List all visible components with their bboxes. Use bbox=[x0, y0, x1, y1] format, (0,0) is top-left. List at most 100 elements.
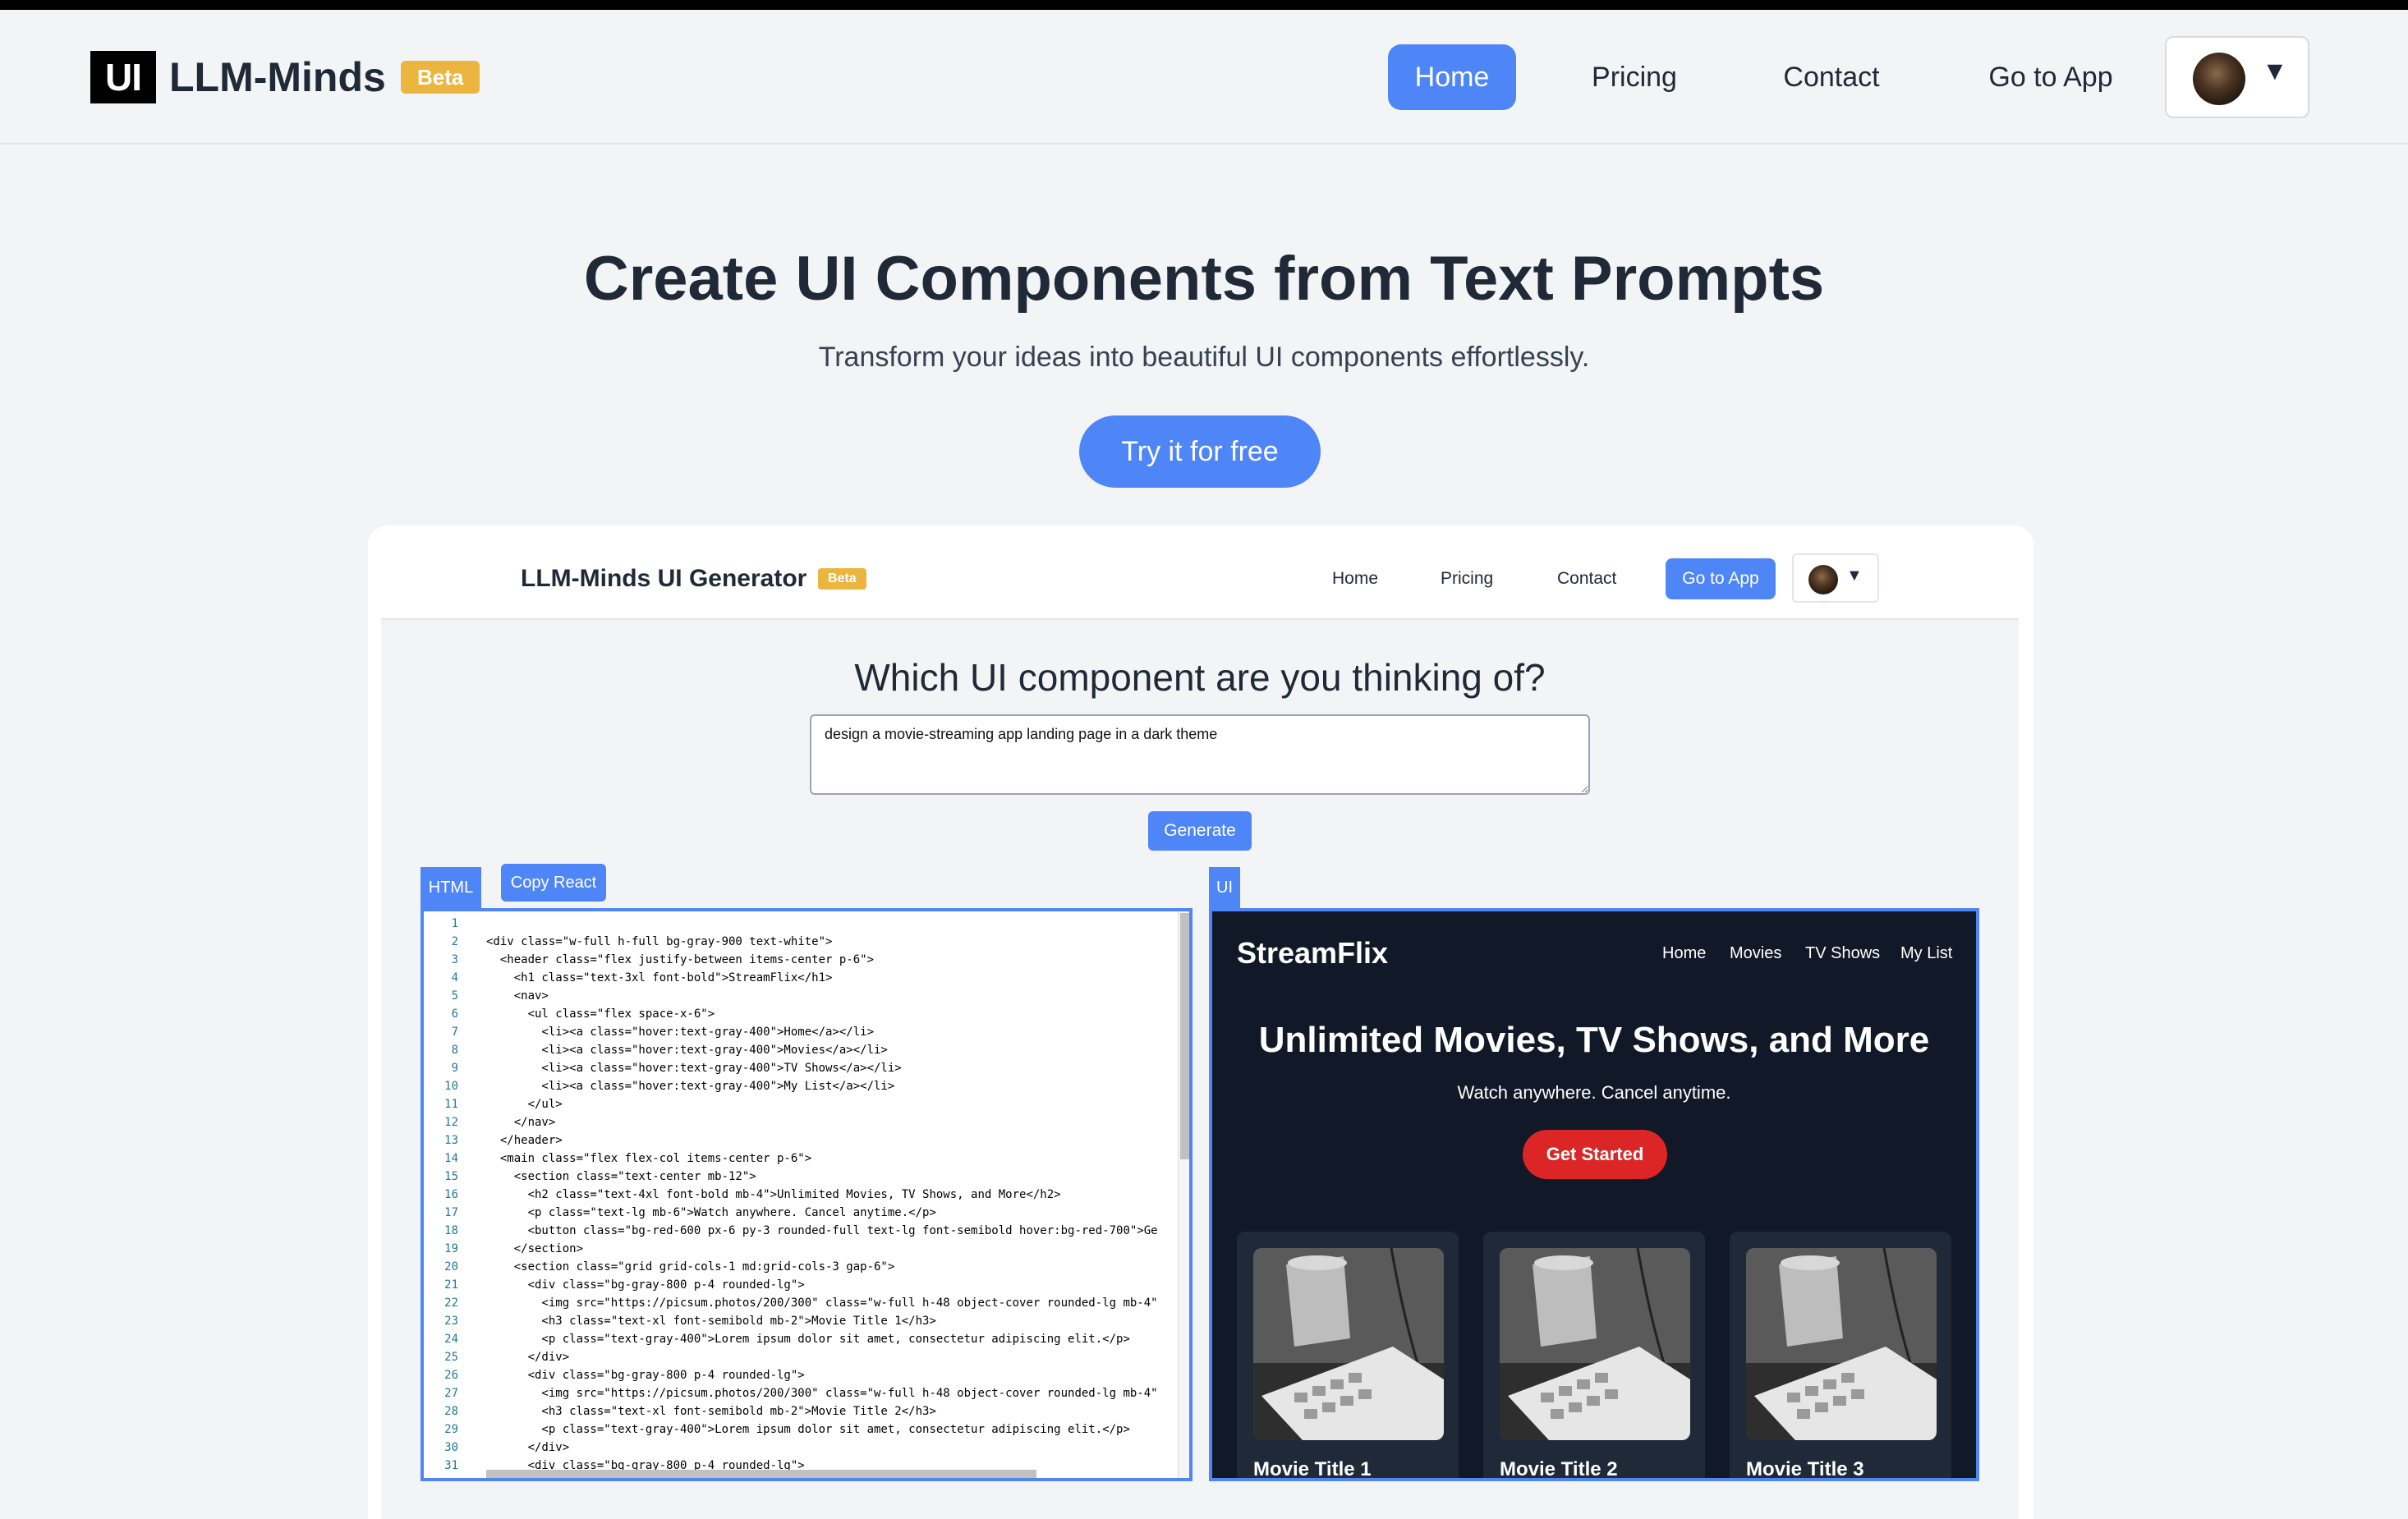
avatar bbox=[2193, 53, 2245, 105]
code-line[interactable]: </section> bbox=[486, 1240, 1168, 1258]
code-line[interactable]: <h3 class="text-xl font-semibold mb-2">M… bbox=[486, 1402, 1168, 1420]
line-number: 20 bbox=[444, 1260, 458, 1273]
code-line[interactable]: </nav> bbox=[486, 1113, 1168, 1131]
code-line[interactable]: <p class="text-gray-400">Lorem ipsum dol… bbox=[486, 1330, 1168, 1348]
code-line[interactable]: <h1 class="text-3xl font-bold">StreamFli… bbox=[486, 969, 1168, 987]
code-line[interactable]: <li><a class="hover:text-gray-400">Movie… bbox=[486, 1041, 1168, 1059]
line-number: 26 bbox=[444, 1369, 458, 1382]
code-line[interactable]: <img src="https://picsum.photos/200/300"… bbox=[486, 1294, 1168, 1312]
movie-thumbnail bbox=[1746, 1248, 1937, 1440]
line-number: 1 bbox=[451, 917, 458, 930]
preview-nav-tv-shows[interactable]: TV Shows bbox=[1805, 944, 1880, 963]
code-line[interactable]: <button class="bg-red-600 px-6 py-3 roun… bbox=[486, 1222, 1168, 1240]
horizontal-scroll-thumb[interactable] bbox=[486, 1470, 1036, 1478]
movie-title: Movie Title 2 bbox=[1500, 1458, 1618, 1480]
code-line[interactable]: <h2 class="text-4xl font-bold mb-4">Unli… bbox=[486, 1186, 1168, 1204]
code-line[interactable]: <p class="text-lg mb-6">Watch anywhere. … bbox=[486, 1204, 1168, 1222]
code-line[interactable]: <section class="text-center mb-12"> bbox=[486, 1168, 1168, 1186]
line-number: 17 bbox=[444, 1206, 458, 1219]
prompt-input[interactable]: design a movie-streaming app landing pag… bbox=[810, 714, 1590, 795]
demo-nav-contact[interactable]: Contact bbox=[1557, 558, 1616, 599]
code-line[interactable]: <img src="https://picsum.photos/200/300"… bbox=[486, 1384, 1168, 1402]
nav-go-to-app[interactable]: Go to App bbox=[1971, 44, 2130, 110]
preview-get-started-button[interactable]: Get Started bbox=[1523, 1130, 1667, 1179]
line-number: 2 bbox=[451, 935, 458, 948]
movie-title: Movie Title 1 bbox=[1253, 1458, 1372, 1480]
vertical-scroll-thumb[interactable] bbox=[1180, 913, 1189, 1159]
code-line[interactable]: <nav> bbox=[486, 987, 1168, 1005]
line-number: 15 bbox=[444, 1170, 458, 1183]
logo-mark[interactable]: UI bbox=[90, 51, 156, 103]
demo-beta-badge: Beta bbox=[818, 568, 866, 590]
code-line[interactable]: <ul class="flex space-x-6"> bbox=[486, 1005, 1168, 1023]
line-number: 12 bbox=[444, 1116, 458, 1129]
demo-go-to-app-button[interactable]: Go to App bbox=[1666, 558, 1776, 599]
line-number-gutter: 1 2 3 4 5 6 7 8 9 10 11 12 13 14 15 16 17 18 19 20 21 22 23 24 2… bbox=[424, 911, 465, 1478]
movie-card[interactable]: Movie Title 1 bbox=[1237, 1232, 1459, 1480]
demo-brand[interactable]: LLM-Minds UI Generator bbox=[521, 558, 806, 599]
ui-preview: StreamFlix Home Movies TV Shows My List … bbox=[1209, 908, 1979, 1481]
code-line[interactable]: <div class="bg-gray-800 p-4 rounded-lg"> bbox=[486, 1276, 1168, 1294]
line-number: 21 bbox=[444, 1278, 458, 1292]
code-line[interactable]: <section class="grid grid-cols-1 md:grid… bbox=[486, 1258, 1168, 1276]
line-number: 19 bbox=[444, 1242, 458, 1255]
code-line[interactable]: </div> bbox=[486, 1348, 1168, 1366]
line-number: 31 bbox=[444, 1459, 458, 1472]
code-line[interactable]: <main class="flex flex-col items-center … bbox=[486, 1150, 1168, 1168]
line-number: 13 bbox=[444, 1134, 458, 1147]
line-number: 27 bbox=[444, 1387, 458, 1400]
line-number: 5 bbox=[451, 989, 458, 1003]
code-line[interactable]: </header> bbox=[486, 1131, 1168, 1150]
try-free-button[interactable]: Try it for free bbox=[1079, 415, 1321, 488]
hero-title: Create UI Components from Text Prompts bbox=[583, 244, 1825, 314]
preview-hero-title: Unlimited Movies, TV Shows, and More bbox=[1258, 1020, 1930, 1060]
caret-down-icon: ▼ bbox=[2262, 56, 2288, 85]
line-number: 10 bbox=[444, 1080, 458, 1093]
code-line[interactable]: <header class="flex justify-between item… bbox=[486, 951, 1168, 969]
copy-react-button[interactable]: Copy React bbox=[501, 864, 606, 902]
user-menu-button[interactable]: ▼ bbox=[2165, 36, 2309, 118]
demo-user-menu-button[interactable]: ▼ bbox=[1792, 553, 1879, 603]
movie-thumbnail bbox=[1253, 1248, 1444, 1440]
code-line[interactable]: <h3 class="text-xl font-semibold mb-2">M… bbox=[486, 1312, 1168, 1330]
nav-pricing[interactable]: Pricing bbox=[1577, 44, 1692, 110]
demo-nav-home[interactable]: Home bbox=[1332, 558, 1378, 599]
code-line[interactable]: <p class="text-gray-400">Lorem ipsum dol… bbox=[486, 1420, 1168, 1439]
code-editor[interactable]: 1 2 3 4 5 6 7 8 9 10 11 12 13 14 15 16 17 18 19 20 21 22 23 24 2… bbox=[420, 908, 1193, 1481]
nav-home[interactable]: Home bbox=[1388, 44, 1516, 110]
site-navbar: UI LLM-Minds Beta Home Pricing Contact G… bbox=[0, 10, 2408, 145]
vertical-scrollbar[interactable] bbox=[1178, 911, 1189, 1478]
code-line[interactable]: <div class="bg-gray-800 p-4 rounded-lg"> bbox=[486, 1366, 1168, 1384]
movie-title: Movie Title 3 bbox=[1746, 1458, 1864, 1480]
code-line[interactable]: <li><a class="hover:text-gray-400">My Li… bbox=[486, 1077, 1168, 1095]
demo-nav-pricing[interactable]: Pricing bbox=[1441, 558, 1493, 599]
code-line[interactable]: <li><a class="hover:text-gray-400">Home<… bbox=[486, 1023, 1168, 1041]
beta-badge: Beta bbox=[401, 61, 480, 94]
code-line[interactable]: <div class="w-full h-full bg-gray-900 te… bbox=[486, 933, 1168, 951]
line-number: 11 bbox=[444, 1098, 458, 1111]
preview-hero-subtitle: Watch anywhere. Cancel anytime. bbox=[1457, 1082, 1731, 1103]
line-number: 18 bbox=[444, 1224, 458, 1237]
code-line[interactable]: <li><a class="hover:text-gray-400">TV Sh… bbox=[486, 1059, 1168, 1077]
movie-card[interactable]: Movie Title 3 bbox=[1730, 1232, 1951, 1480]
code-line[interactable] bbox=[486, 915, 1168, 933]
preview-nav-home[interactable]: Home bbox=[1662, 944, 1706, 963]
tab-html[interactable]: HTML bbox=[420, 867, 481, 908]
brand-name[interactable]: LLM-Minds bbox=[169, 51, 386, 103]
code-line[interactable]: </div> bbox=[486, 1439, 1168, 1457]
tab-ui[interactable]: UI bbox=[1209, 867, 1240, 908]
line-number: 16 bbox=[444, 1188, 458, 1201]
code-line[interactable]: </ul> bbox=[486, 1095, 1168, 1113]
line-number: 25 bbox=[444, 1351, 458, 1364]
line-number: 9 bbox=[451, 1062, 458, 1075]
line-number: 3 bbox=[451, 953, 458, 966]
movie-card[interactable]: Movie Title 2 bbox=[1483, 1232, 1705, 1480]
code-content[interactable]: <div class="w-full h-full bg-gray-900 te… bbox=[486, 915, 1168, 1475]
nav-contact[interactable]: Contact bbox=[1766, 44, 1897, 110]
preview-nav-my-list[interactable]: My List bbox=[1900, 944, 1952, 963]
hero-subtitle: Transform your ideas into beautiful UI c… bbox=[818, 342, 1590, 373]
preview-nav-movies[interactable]: Movies bbox=[1730, 944, 1781, 963]
generate-button[interactable]: Generate bbox=[1148, 811, 1252, 851]
line-number: 23 bbox=[444, 1315, 458, 1328]
window-top-edge bbox=[0, 0, 2408, 10]
